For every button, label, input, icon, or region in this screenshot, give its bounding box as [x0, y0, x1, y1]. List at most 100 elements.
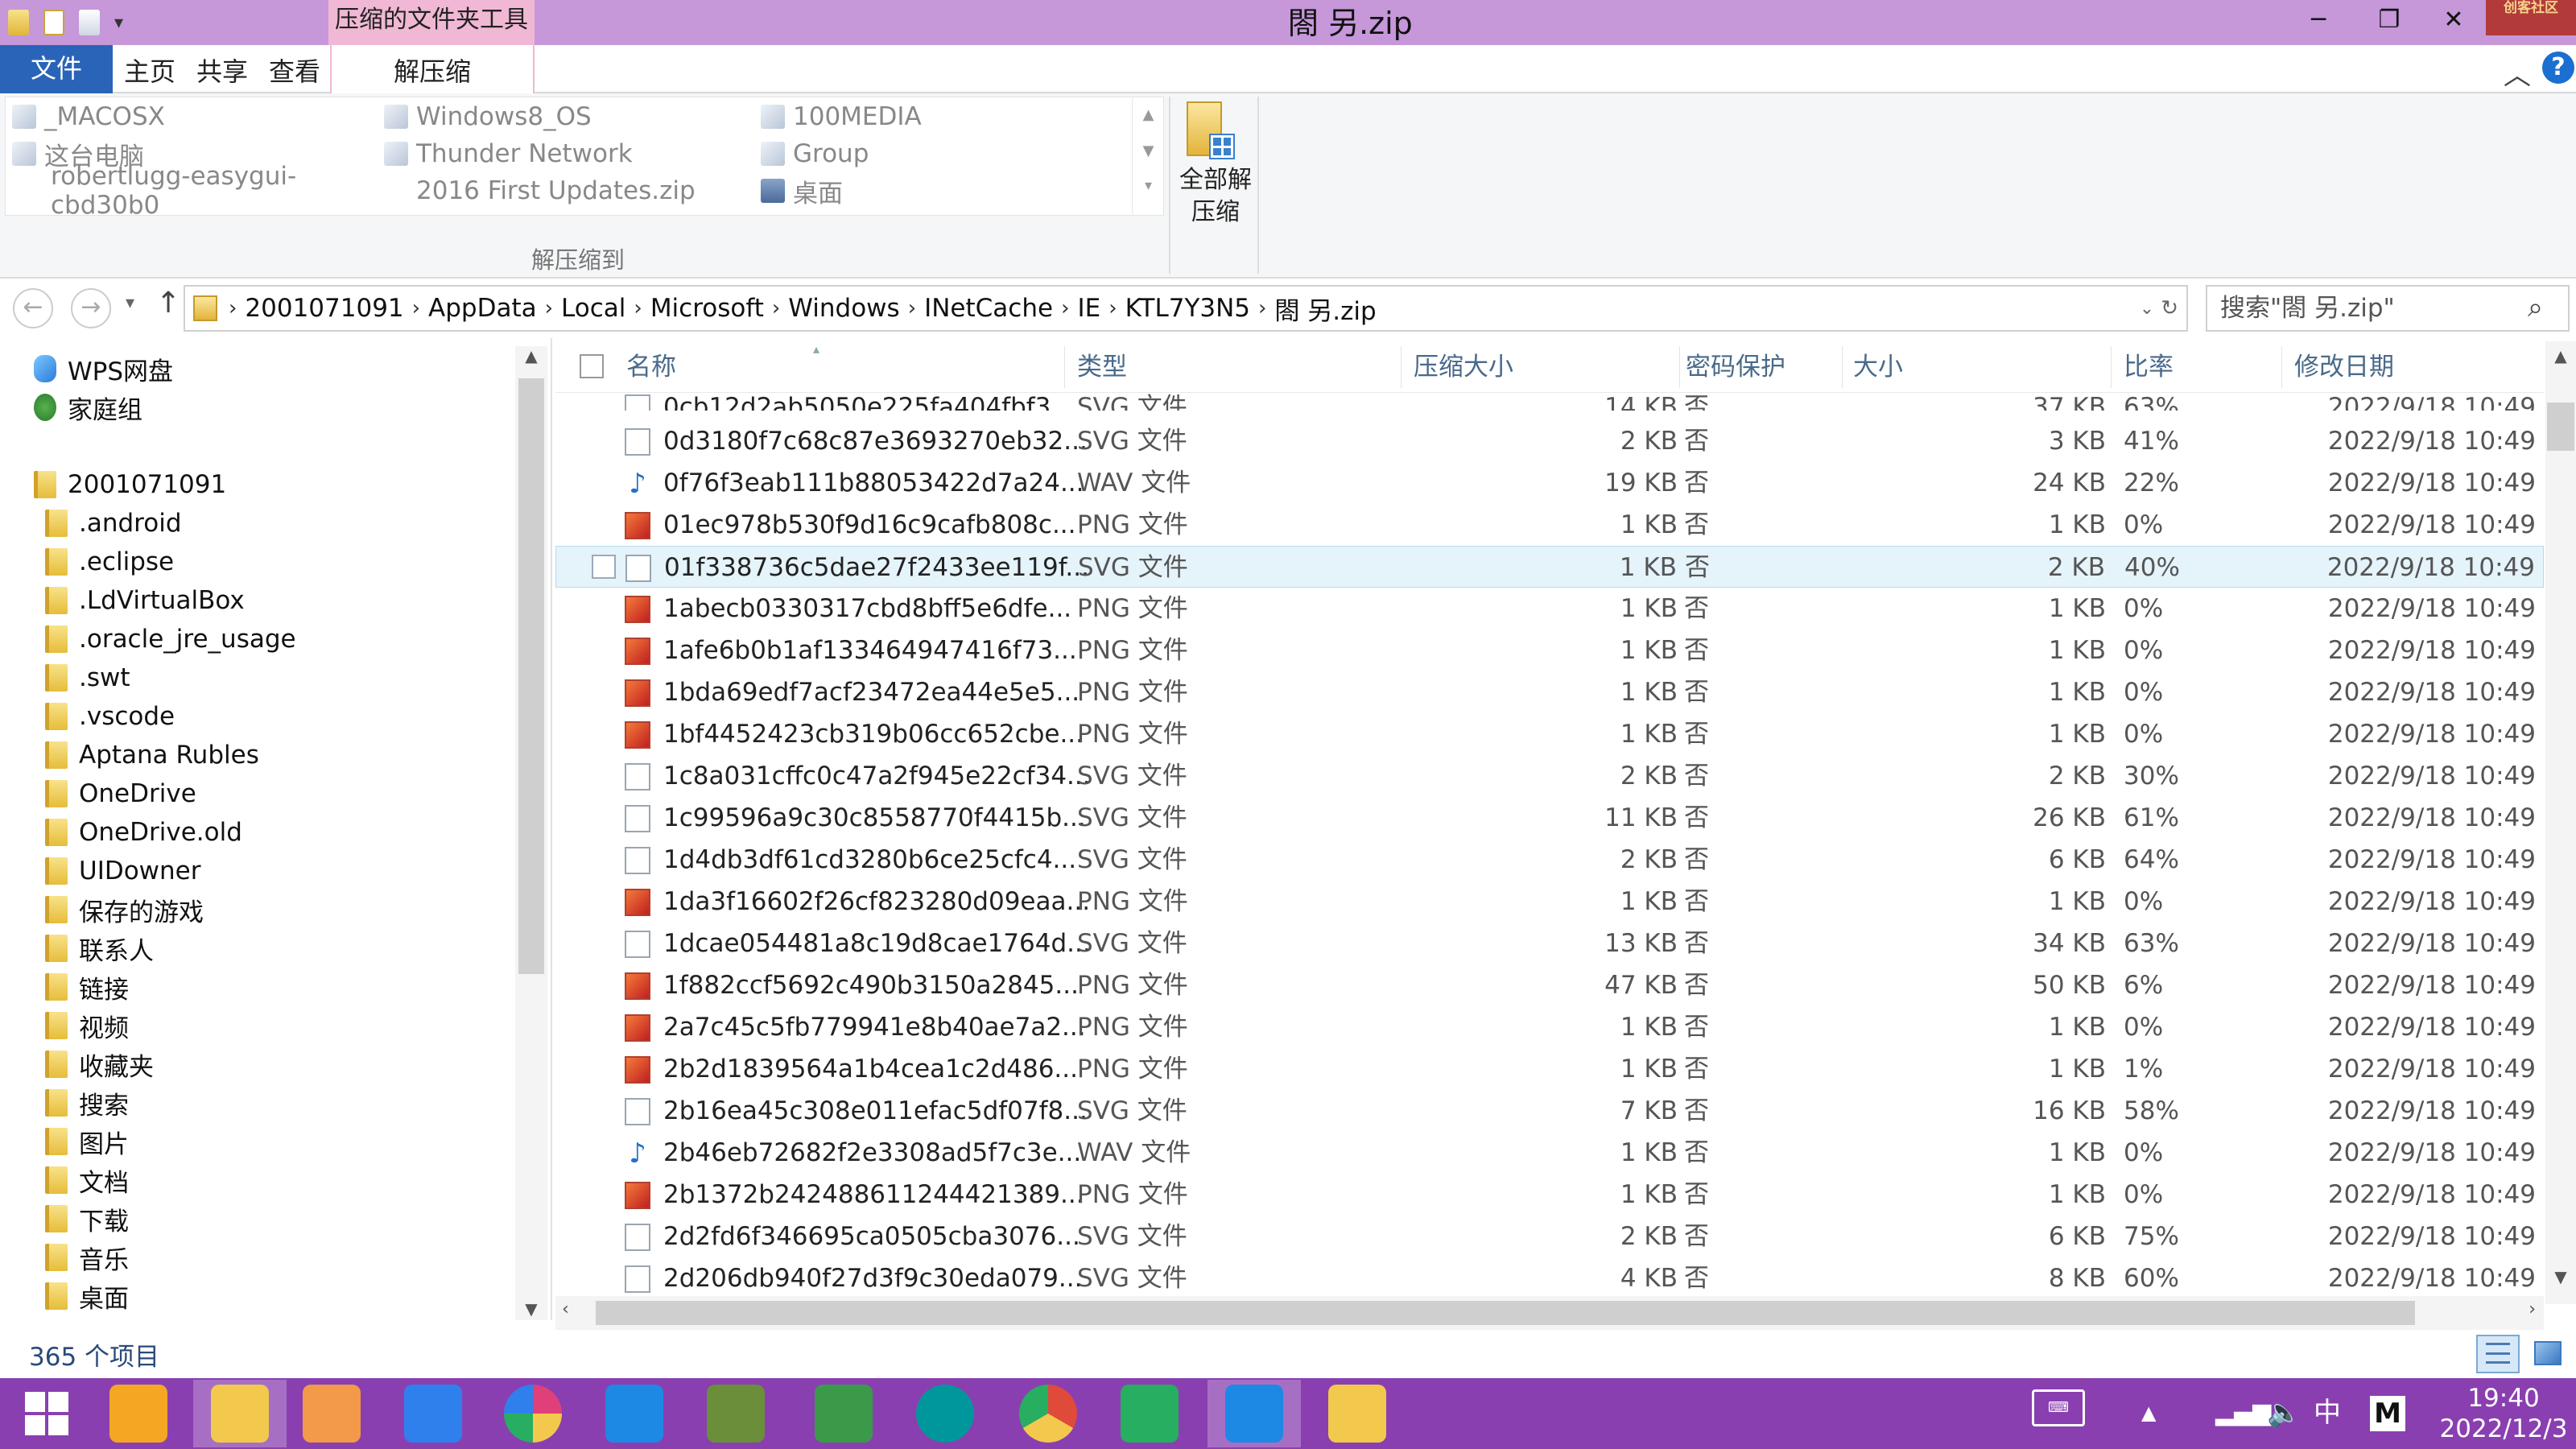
file-row[interactable]: 1afe6b0b1af133464947416f73... PNG 文件 1 KB 否… [555, 630, 2544, 671]
scroll-down-icon[interactable]: ▼ [518, 1299, 544, 1319]
breadcrumb-local[interactable]: Local [553, 294, 634, 323]
column-divider[interactable] [2111, 346, 2112, 388]
clock[interactable]: 19:40 2022/12/3 [2431, 1383, 2576, 1444]
nav-scroll-thumb[interactable] [518, 378, 544, 974]
file-row[interactable]: 1d4db3df61cd3280b6ce25cfc4... SVG 文件 2 KB 否… [555, 839, 2544, 881]
scroll-up-icon[interactable]: ▲ [515, 346, 547, 365]
breadcrumb-separator-icon[interactable]: › [229, 296, 237, 320]
column-size[interactable]: 大小 [1853, 349, 1903, 385]
address-dropdown-icon[interactable]: ⌄ [2140, 299, 2154, 319]
taskbar-button[interactable] [285, 1380, 378, 1447]
address-bar[interactable]: › 2001071091 › AppData › Local › Microsoft ›… [184, 285, 2188, 332]
help-icon[interactable]: ? [2542, 52, 2574, 84]
nav-item[interactable]: 桌面 [45, 1278, 129, 1314]
nav-item[interactable]: 视频 [45, 1008, 129, 1043]
ime-indicator[interactable]: 中 [2314, 1393, 2341, 1433]
nav-item[interactable]: .eclipse [45, 544, 174, 580]
taskbar-button[interactable] [486, 1380, 580, 1447]
nav-item[interactable]: 图片 [45, 1124, 129, 1159]
breadcrumb-inetcache[interactable]: INetCache [916, 294, 1061, 323]
close-button[interactable]: ✕ [2418, 0, 2489, 42]
nav-item[interactable]: 收藏夹 [45, 1046, 154, 1082]
new-folder-icon[interactable] [79, 10, 100, 35]
folder-icon[interactable] [8, 10, 29, 35]
file-row[interactable]: 1c99596a9c30c8558770f4415b... SVG 文件 11 KB… [555, 797, 2544, 839]
large-icons-view-icon[interactable] [2526, 1335, 2570, 1373]
breadcrumb-appdata[interactable]: AppData [420, 294, 545, 323]
taskbar-button[interactable] [797, 1380, 890, 1447]
destination-item[interactable]: Thunder Network [384, 138, 738, 170]
gallery-scrollbar[interactable]: ▲ ▼ ▾ [1132, 98, 1164, 214]
refresh-icon[interactable]: ↻ [2161, 296, 2178, 320]
breadcrumb-separator-icon[interactable]: › [772, 296, 780, 320]
breadcrumb-ktl7y3n5[interactable]: KTL7Y3N5 [1117, 294, 1258, 323]
scroll-down-icon[interactable]: ▼ [1133, 142, 1164, 159]
horizontal-scroll-thumb[interactable] [596, 1301, 2415, 1325]
column-ratio[interactable]: 比率 [2124, 349, 2174, 385]
search-icon[interactable]: ⌕ [2528, 291, 2543, 324]
file-row[interactable]: 2b1372b242488611244421389... PNG 文件 1 KB 否 1… [555, 1174, 2544, 1216]
file-row[interactable]: 0d3180f7c68c87e3693270eb32... SVG 文件 2 KB 否… [555, 420, 2544, 462]
file-row[interactable]: 2d206db940f27d3f9c30eda079... SVG 文件 4 KB 否… [555, 1257, 2544, 1299]
tab-extract[interactable]: 解压缩 [330, 45, 535, 95]
nav-item[interactable]: 联系人 [45, 931, 154, 966]
column-modified[interactable]: 修改日期 [2294, 349, 2394, 385]
column-divider[interactable] [1679, 346, 1680, 388]
scroll-right-icon[interactable]: › [2529, 1299, 2536, 1319]
nav-item[interactable]: OneDrive.old [45, 815, 242, 850]
breadcrumb-microsoft[interactable]: Microsoft [642, 294, 772, 323]
extract-all-button[interactable]: 全部解压缩 [1172, 95, 1256, 264]
breadcrumb-separator-icon[interactable]: › [634, 296, 642, 320]
tab-file[interactable]: 文件 [0, 45, 113, 93]
breadcrumb-ie[interactable]: IE [1069, 294, 1108, 323]
search-input[interactable]: 搜索"閤 另.zip" [2206, 285, 2570, 332]
list-vertical-scrollbar[interactable]: ▲ [2545, 341, 2576, 1304]
nav-item[interactable]: 链接 [45, 969, 129, 1005]
nav-item[interactable]: 家庭组 [34, 390, 142, 425]
up-button[interactable]: ↑ [156, 287, 180, 320]
nav-item[interactable]: .LdVirtualBox [45, 583, 245, 618]
taskbar-button[interactable] [588, 1380, 681, 1447]
tab-share[interactable]: 共享 [196, 45, 248, 93]
file-row[interactable]: 0cb12d2ab5050e225fa404fbf3... SVG 文件 14 KB… [555, 386, 2544, 411]
collapse-ribbon-icon[interactable]: ︿ [2504, 53, 2531, 93]
file-row[interactable]: 1f882ccf5692c490b3150a2845... PNG 文件 47 KB… [555, 964, 2544, 1006]
column-password[interactable]: 密码保护 [1686, 349, 1785, 385]
select-all-checkbox[interactable] [580, 354, 604, 378]
breadcrumb-zip[interactable]: 閤 另.zip [1266, 291, 1384, 327]
file-row[interactable]: 2d2fd6f346695ca0505cba3076... SVG 文件 2 KB 否… [555, 1216, 2544, 1257]
file-row[interactable]: ♪ 0f76f3eab111b88053422d7a24... WAV 文件 19 K… [555, 462, 2544, 504]
breadcrumb-windows[interactable]: Windows [780, 294, 907, 323]
show-hidden-icons-icon[interactable]: ▲ [2141, 1393, 2156, 1433]
column-type[interactable]: 类型 [1077, 349, 1127, 385]
network-icon[interactable]: ▂▄▆ [2215, 1393, 2271, 1433]
file-row[interactable]: 2b2d1839564a1b4cea1c2d486... PNG 文件 1 KB 否 1… [555, 1048, 2544, 1090]
scroll-up-icon[interactable]: ▲ [1133, 106, 1164, 123]
nav-item[interactable]: .oracle_jre_usage [45, 621, 296, 657]
column-divider[interactable] [1401, 346, 1402, 388]
destination-item[interactable]: robertlugg-easygui-cbd30b0 [12, 162, 366, 220]
destination-item[interactable]: 2016 First Updates.zip [384, 175, 738, 207]
file-row[interactable]: 2a7c45c5fb779941e8b40ae7a2... PNG 文件 1 KB 否… [555, 1006, 2544, 1048]
breadcrumb-separator-icon[interactable]: › [1108, 296, 1117, 320]
details-view-icon[interactable] [2476, 1335, 2520, 1373]
taskbar-button[interactable] [92, 1380, 185, 1447]
nav-item[interactable]: OneDrive [45, 776, 196, 811]
breadcrumb-separator-icon[interactable]: › [1258, 296, 1266, 320]
maximize-button[interactable]: ❐ [2354, 0, 2425, 42]
taskbar-button[interactable] [193, 1380, 287, 1447]
column-divider[interactable] [2281, 346, 2282, 388]
nav-item[interactable]: 文档 [45, 1162, 129, 1198]
ime-mode-indicator[interactable]: M [2370, 1396, 2405, 1431]
back-button[interactable]: ← [13, 288, 53, 328]
scroll-up-icon[interactable]: ▲ [2545, 346, 2576, 365]
file-row[interactable]: 1bf4452423cb319b06cc652cbe... PNG 文件 1 KB 否… [555, 713, 2544, 755]
nav-item[interactable]: .android [45, 506, 182, 541]
qat-dropdown-icon[interactable]: ▾ [114, 13, 123, 33]
column-name[interactable]: 名称 [626, 349, 676, 385]
nav-item[interactable]: .vscode [45, 699, 175, 734]
forward-button[interactable]: → [71, 288, 111, 328]
destination-item[interactable]: 桌面 [761, 175, 1115, 208]
breadcrumb-separator-icon[interactable]: › [412, 296, 420, 320]
nav-item[interactable]: 音乐 [45, 1240, 129, 1275]
